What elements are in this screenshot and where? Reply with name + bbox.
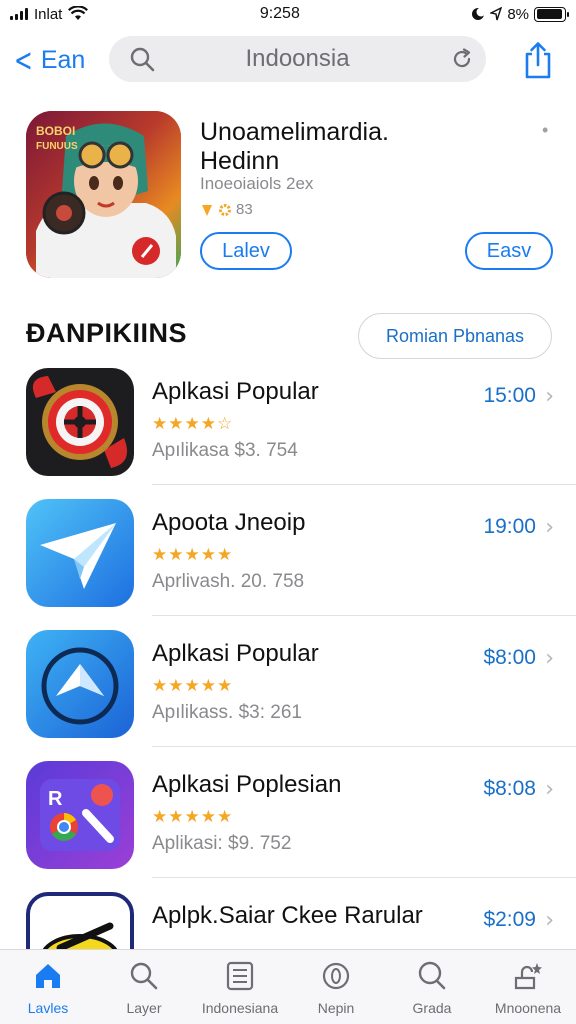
battery-icon [534, 6, 569, 22]
section-button[interactable]: Romian Pbnanas [358, 313, 552, 359]
gear-icon [219, 203, 231, 216]
featured-title: Unoamelimardia. Hedinn [200, 118, 500, 176]
app-name: Aplkasi Poplesian [152, 771, 342, 798]
magnifier-icon [418, 961, 446, 990]
app-price[interactable]: 15:00 [483, 384, 536, 408]
app-price[interactable]: 19:00 [483, 515, 536, 539]
app-price[interactable]: $8:00 [483, 646, 536, 670]
rating-stars: ★★★★★ [152, 545, 234, 565]
featured-subtitle: Inoeoiaiols 2ex [200, 174, 314, 193]
tab-label: Nepin [317, 1000, 355, 1016]
tab-nepin[interactable]: Nepin [288, 950, 384, 1024]
carrier-label: Inlat [34, 5, 63, 23]
app-name: Apoota Jneoip [152, 509, 306, 536]
featured-title-line1: Unoamelimardia. [200, 118, 389, 146]
tab-grada[interactable]: Grada [384, 950, 480, 1024]
tab-label: Lavles [27, 1000, 69, 1016]
list-item[interactable]: Aplkasi Popular ★★★★★ Apılikass. $3: 261… [0, 628, 576, 759]
featured-rating-value: 83 [236, 201, 253, 218]
tab-label: Indonesiana [201, 1000, 279, 1016]
featured-right-button[interactable]: Easv [465, 232, 553, 270]
compass-icon [322, 962, 350, 990]
featured-icon-text-2: FUNUUS [36, 141, 78, 152]
chevron-right-icon: › [545, 908, 554, 933]
list-item[interactable]: Aplkasi Popular ★★★★☆ Apılikasa $3. 754 … [0, 366, 576, 497]
rating-stars: ★★★★★ [152, 807, 234, 827]
chevron-right-icon: › [545, 646, 554, 671]
more-dot[interactable]: • [542, 120, 548, 141]
tab-layer[interactable]: Layer [96, 950, 192, 1024]
featured-left-button[interactable]: Lalev [200, 232, 292, 270]
status-bar: Inlat 9:258 8% [0, 0, 576, 28]
nav-bar: < Ean Indoonsia [0, 34, 576, 86]
app-meta: Apılikasa $3. 754 [152, 440, 298, 461]
paper-plane-icon [26, 499, 134, 607]
battery-level [536, 9, 563, 19]
tab-label: Mnoonena [494, 1000, 562, 1016]
status-left: Inlat [10, 5, 89, 23]
moon-icon [472, 7, 486, 20]
featured-rating: 83 [200, 201, 253, 218]
tab-indonesiana[interactable]: Indonesiana [192, 950, 288, 1024]
featured-app-icon[interactable]: BOBOI FUNUUS [26, 111, 181, 278]
chevron-right-icon: › [545, 777, 554, 802]
battery-percent: 8% [507, 5, 529, 23]
wifi-icon [68, 6, 89, 20]
rating-stars: ★★★★★ [152, 676, 234, 696]
list-icon [226, 961, 254, 991]
home-icon [36, 964, 60, 988]
divider [152, 876, 576, 878]
tab-mnoonena[interactable]: Mnoonena [480, 950, 576, 1024]
search-input[interactable]: Indoonsia [109, 36, 486, 82]
chrome-tools-icon: R [26, 761, 134, 869]
compass-plane-icon [26, 630, 134, 738]
section-title: ÐANPIKIINS [26, 318, 188, 348]
featured-app: BOBOI FUNUUS Unoamelimardia. Hedinn Inoe… [0, 108, 576, 283]
list-item[interactable]: R Aplkasi Poplesian ★★★★★ Aplikasi: $9. … [0, 759, 576, 890]
app-name: Aplkasi Popular [152, 640, 319, 667]
app-name: Aplpk.Saiar Ckee Rarular [152, 902, 423, 929]
red-target-icon [26, 368, 134, 476]
divider [152, 614, 576, 616]
app-meta: Apılikass. $3: 261 [152, 702, 302, 723]
signal-icon [10, 8, 28, 20]
chevron-right-icon: › [545, 515, 554, 540]
list-item[interactable]: Apoota Jneoip ★★★★★ Aprlivash. 20. 758 1… [0, 497, 576, 628]
search-query: Indoonsia [245, 45, 350, 72]
divider [152, 745, 576, 747]
featured-title-line2: Hedinn [200, 147, 280, 175]
updates-icon [514, 963, 542, 990]
share-icon[interactable] [522, 40, 554, 80]
refresh-icon[interactable] [450, 47, 474, 71]
tab-label: Grada [412, 1000, 452, 1016]
search-icon [130, 962, 158, 990]
character-illustration: BOBOI FUNUUS [26, 111, 181, 278]
shield-badge-icon [202, 204, 212, 216]
chevron-right-icon: › [545, 384, 554, 409]
chevron-left-icon: < [14, 41, 33, 79]
rating-stars: ★★★★☆ [152, 414, 234, 434]
app-price[interactable]: $2:09 [483, 908, 536, 932]
back-label: Ean [40, 45, 86, 74]
back-button[interactable]: < Ean [10, 40, 85, 80]
tab-bar: Lavles Layer Indonesiana Nepin Grada Mno… [0, 949, 576, 1024]
status-right: 8% [471, 5, 569, 23]
featured-icon-text: BOBOI [36, 124, 75, 138]
app-name: Aplkasi Popular [152, 378, 319, 405]
tab-lavles[interactable]: Lavles [0, 950, 96, 1024]
location-icon [490, 7, 503, 21]
divider [152, 483, 576, 485]
app-price[interactable]: $8:08 [483, 777, 536, 801]
app-meta: Aprlivash. 20. 758 [152, 571, 305, 592]
svg-text:R: R [48, 788, 63, 810]
app-meta: Aplikasi: $9. 752 [152, 833, 292, 854]
tab-label: Layer [126, 1000, 162, 1016]
status-time: 9:258 [259, 5, 300, 22]
